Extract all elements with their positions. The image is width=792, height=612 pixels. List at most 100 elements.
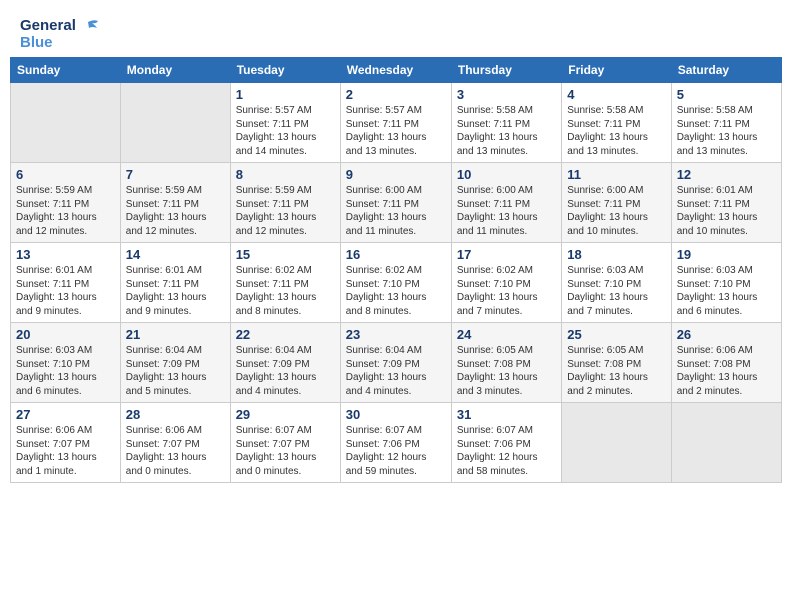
day-info: Sunrise: 6:05 AM Sunset: 7:08 PM Dayligh…	[567, 344, 665, 398]
calendar-cell: 22 Sunrise: 6:04 AM Sunset: 7:09 PM Dayli…	[230, 323, 340, 403]
calendar-day-header: Wednesday	[340, 58, 451, 83]
calendar-cell: 9Sunrise: 6:00 AM Sunset: 7:11 PM Daylig…	[340, 163, 451, 243]
calendar-cell	[671, 403, 781, 483]
calendar-cell: 28Sunrise: 6:06 AM Sunset: 7:07 PM Dayli…	[120, 403, 230, 483]
day-info: Sunrise: 6:01 AM Sunset: 7:11 PM Dayligh…	[16, 264, 115, 318]
day-info: Sunrise: 6:01 AM Sunset: 7:11 PM Dayligh…	[677, 184, 776, 238]
day-number: 9	[346, 167, 446, 182]
calendar-cell: 17 Sunrise: 6:02 AM Sunset: 7:10 PM Dayli…	[451, 243, 561, 323]
day-info: Sunrise: 5:57 AM Sunset: 7:11 PM Dayligh…	[346, 104, 446, 158]
day-info: Sunrise: 6:05 AM Sunset: 7:08 PM Dayligh…	[457, 344, 556, 398]
calendar-day-header: Thursday	[451, 58, 561, 83]
day-info: Sunrise: 6:06 AM Sunset: 7:07 PM Dayligh…	[126, 424, 225, 478]
day-info: Sunrise: 5:59 AM Sunset: 7:11 PM Dayligh…	[236, 184, 335, 238]
calendar-cell: 25Sunrise: 6:05 AM Sunset: 7:08 PM Dayli…	[562, 323, 671, 403]
day-number: 4	[567, 87, 665, 102]
day-info: Sunrise: 6:07 AM Sunset: 7:07 PM Dayligh…	[236, 424, 335, 478]
day-number: 3	[457, 87, 556, 102]
calendar-cell: 19 Sunrise: 6:03 AM Sunset: 7:10 PM Dayli…	[671, 243, 781, 323]
calendar-cell: 8Sunrise: 5:59 AM Sunset: 7:11 PM Daylig…	[230, 163, 340, 243]
calendar-cell: 6 Sunrise: 5:59 AM Sunset: 7:11 PM Daylig…	[11, 163, 121, 243]
day-number: 2	[346, 87, 446, 102]
calendar-week-row: 13 Sunrise: 6:01 AM Sunset: 7:11 PM Dayli…	[11, 243, 782, 323]
calendar-cell: 20Sunrise: 6:03 AM Sunset: 7:10 PM Dayli…	[11, 323, 121, 403]
calendar-day-header: Sunday	[11, 58, 121, 83]
day-number: 27	[16, 407, 115, 422]
day-number: 18	[567, 247, 665, 262]
day-number: 19	[677, 247, 776, 262]
day-info: Sunrise: 5:58 AM Sunset: 7:11 PM Dayligh…	[457, 104, 556, 158]
day-info: Sunrise: 6:02 AM Sunset: 7:11 PM Dayligh…	[236, 264, 335, 318]
calendar-cell: 18Sunrise: 6:03 AM Sunset: 7:10 PM Dayli…	[562, 243, 671, 323]
calendar-day-header: Saturday	[671, 58, 781, 83]
calendar-cell: 11 Sunrise: 6:00 AM Sunset: 7:11 PM Dayli…	[562, 163, 671, 243]
calendar-cell: 30Sunrise: 6:07 AM Sunset: 7:06 PM Dayli…	[340, 403, 451, 483]
calendar-week-row: 1 Sunrise: 5:57 AM Sunset: 7:11 PM Daylig…	[11, 83, 782, 163]
calendar-cell	[11, 83, 121, 163]
calendar-table: SundayMondayTuesdayWednesdayThursdayFrid…	[10, 57, 782, 483]
day-number: 16	[346, 247, 446, 262]
calendar-cell: 1 Sunrise: 5:57 AM Sunset: 7:11 PM Daylig…	[230, 83, 340, 163]
calendar-cell: 29 Sunrise: 6:07 AM Sunset: 7:07 PM Dayli…	[230, 403, 340, 483]
day-number: 17	[457, 247, 556, 262]
day-info: Sunrise: 6:06 AM Sunset: 7:08 PM Dayligh…	[677, 344, 776, 398]
logo-bird-icon	[80, 19, 100, 33]
day-info: Sunrise: 6:03 AM Sunset: 7:10 PM Dayligh…	[677, 264, 776, 318]
calendar-header-row: SundayMondayTuesdayWednesdayThursdayFrid…	[11, 58, 782, 83]
day-number: 29	[236, 407, 335, 422]
calendar-cell	[562, 403, 671, 483]
day-number: 13	[16, 247, 115, 262]
day-info: Sunrise: 6:04 AM Sunset: 7:09 PM Dayligh…	[126, 344, 225, 398]
logo: General Blue	[20, 18, 100, 51]
calendar-cell: 14 Sunrise: 6:01 AM Sunset: 7:11 PM Dayli…	[120, 243, 230, 323]
calendar-week-row: 27 Sunrise: 6:06 AM Sunset: 7:07 PM Dayli…	[11, 403, 782, 483]
calendar-cell: 15 Sunrise: 6:02 AM Sunset: 7:11 PM Dayli…	[230, 243, 340, 323]
calendar-cell: 24 Sunrise: 6:05 AM Sunset: 7:08 PM Dayli…	[451, 323, 561, 403]
day-info: Sunrise: 5:58 AM Sunset: 7:11 PM Dayligh…	[677, 104, 776, 158]
day-info: Sunrise: 6:00 AM Sunset: 7:11 PM Dayligh…	[567, 184, 665, 238]
calendar-day-header: Friday	[562, 58, 671, 83]
day-info: Sunrise: 6:07 AM Sunset: 7:06 PM Dayligh…	[457, 424, 556, 478]
day-info: Sunrise: 6:02 AM Sunset: 7:10 PM Dayligh…	[457, 264, 556, 318]
calendar-cell: 7Sunrise: 5:59 AM Sunset: 7:11 PM Daylig…	[120, 163, 230, 243]
day-number: 23	[346, 327, 446, 342]
day-info: Sunrise: 5:58 AM Sunset: 7:11 PM Dayligh…	[567, 104, 665, 158]
calendar-day-header: Tuesday	[230, 58, 340, 83]
day-info: Sunrise: 5:57 AM Sunset: 7:11 PM Dayligh…	[236, 104, 335, 158]
calendar-week-row: 6 Sunrise: 5:59 AM Sunset: 7:11 PM Daylig…	[11, 163, 782, 243]
calendar-day-header: Monday	[120, 58, 230, 83]
day-number: 12	[677, 167, 776, 182]
calendar-cell: 2 Sunrise: 5:57 AM Sunset: 7:11 PM Daylig…	[340, 83, 451, 163]
calendar-cell: 12 Sunrise: 6:01 AM Sunset: 7:11 PM Dayli…	[671, 163, 781, 243]
day-number: 30	[346, 407, 446, 422]
calendar-cell: 27 Sunrise: 6:06 AM Sunset: 7:07 PM Dayli…	[11, 403, 121, 483]
day-number: 26	[677, 327, 776, 342]
logo-blue-text: Blue	[20, 35, 100, 52]
day-number: 1	[236, 87, 335, 102]
day-info: Sunrise: 6:06 AM Sunset: 7:07 PM Dayligh…	[16, 424, 115, 478]
day-number: 15	[236, 247, 335, 262]
calendar-cell: 5 Sunrise: 5:58 AM Sunset: 7:11 PM Daylig…	[671, 83, 781, 163]
day-number: 14	[126, 247, 225, 262]
day-number: 6	[16, 167, 115, 182]
day-info: Sunrise: 6:04 AM Sunset: 7:09 PM Dayligh…	[236, 344, 335, 398]
day-number: 11	[567, 167, 665, 182]
calendar-cell: 16 Sunrise: 6:02 AM Sunset: 7:10 PM Dayli…	[340, 243, 451, 323]
calendar-cell: 31Sunrise: 6:07 AM Sunset: 7:06 PM Dayli…	[451, 403, 561, 483]
calendar-cell: 4 Sunrise: 5:58 AM Sunset: 7:11 PM Daylig…	[562, 83, 671, 163]
day-number: 21	[126, 327, 225, 342]
day-number: 20	[16, 327, 115, 342]
calendar-cell: 23Sunrise: 6:04 AM Sunset: 7:09 PM Dayli…	[340, 323, 451, 403]
day-number: 24	[457, 327, 556, 342]
page-header: General Blue	[10, 10, 782, 57]
day-number: 5	[677, 87, 776, 102]
day-info: Sunrise: 6:01 AM Sunset: 7:11 PM Dayligh…	[126, 264, 225, 318]
day-info: Sunrise: 5:59 AM Sunset: 7:11 PM Dayligh…	[16, 184, 115, 238]
day-info: Sunrise: 6:02 AM Sunset: 7:10 PM Dayligh…	[346, 264, 446, 318]
calendar-cell: 26 Sunrise: 6:06 AM Sunset: 7:08 PM Dayli…	[671, 323, 781, 403]
day-number: 22	[236, 327, 335, 342]
calendar-cell: 13 Sunrise: 6:01 AM Sunset: 7:11 PM Dayli…	[11, 243, 121, 323]
calendar-cell	[120, 83, 230, 163]
calendar-cell: 10Sunrise: 6:00 AM Sunset: 7:11 PM Dayli…	[451, 163, 561, 243]
day-info: Sunrise: 5:59 AM Sunset: 7:11 PM Dayligh…	[126, 184, 225, 238]
